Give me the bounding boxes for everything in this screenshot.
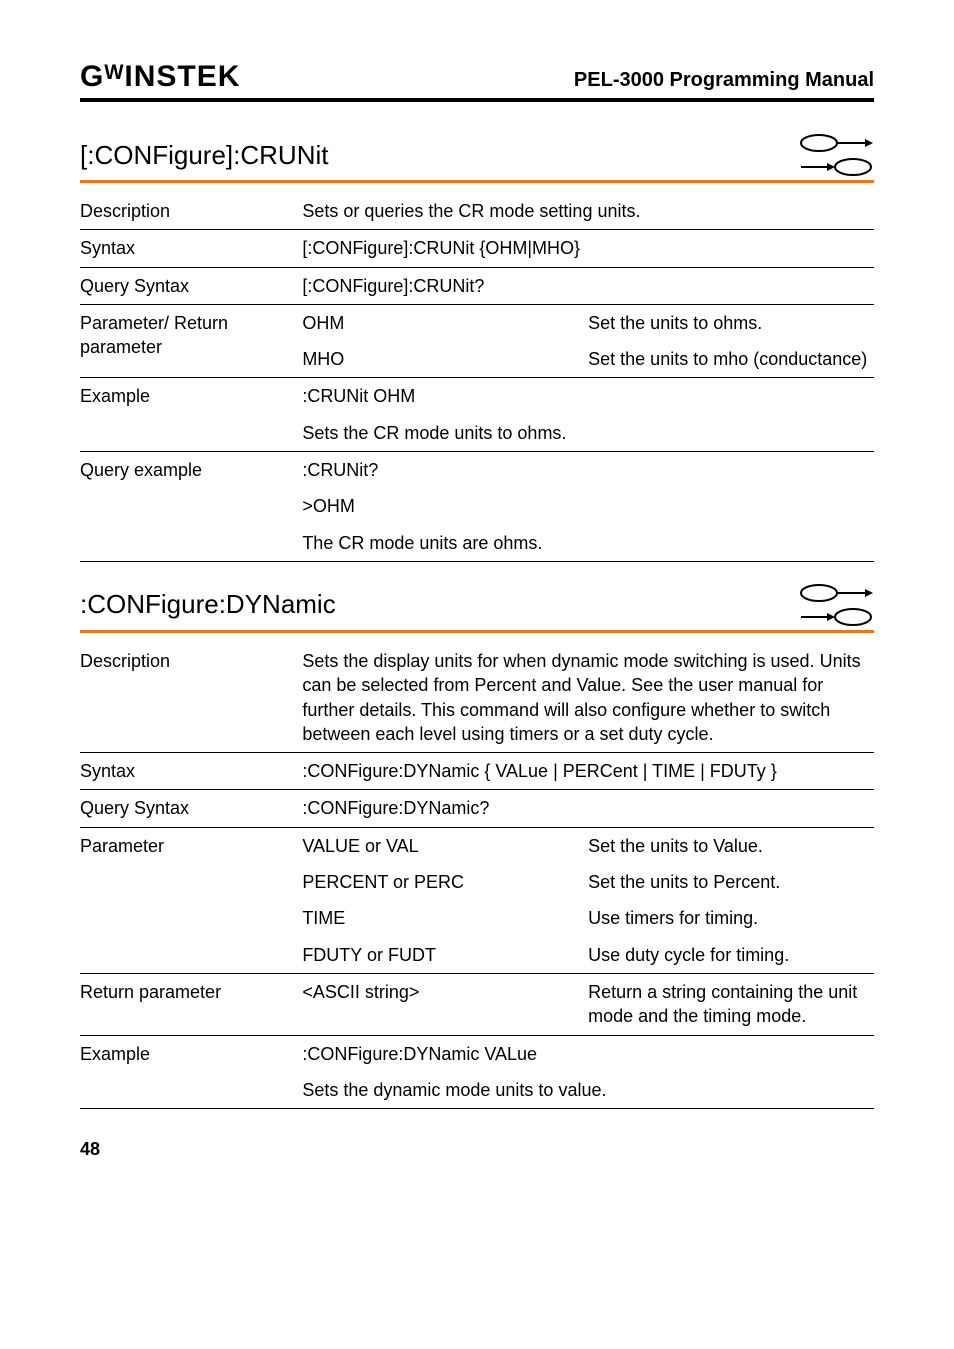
row-value: [:CONFigure]:CRUNit? (302, 267, 874, 304)
param-desc: Use timers for timing. (588, 900, 874, 936)
command-heading-dynamic: :CONFigure:DYNamic (80, 582, 874, 630)
logo: GᵂINSTEK (80, 60, 240, 94)
crunit-table: Description Sets or queries the CR mode … (80, 193, 874, 562)
param-name: FDUTY or FUDT (302, 937, 588, 974)
row-label: Parameter (80, 827, 302, 973)
return-param-desc: Return a string containing the unit mode… (588, 973, 874, 1035)
row-label: Example (80, 1035, 302, 1109)
row-label: Return parameter (80, 973, 302, 1035)
param-desc: Set the units to Percent. (588, 864, 874, 900)
heading-text: :CONFigure:DYNamic (80, 589, 336, 620)
row-label: Query Syntax (80, 790, 302, 827)
row-value: Sets the display units for when dynamic … (302, 643, 874, 753)
param-name: PERCENT or PERC (302, 864, 588, 900)
query-icon (799, 156, 874, 178)
query-example-desc: The CR mode units are ohms. (302, 525, 874, 562)
example-desc: Sets the CR mode units to ohms. (302, 415, 874, 452)
row-label: Parameter/ Return parameter (80, 304, 302, 378)
row-label: Description (80, 643, 302, 753)
example-cmd: :CRUNit OHM (302, 378, 874, 415)
row-value: Sets or queries the CR mode setting unit… (302, 193, 874, 230)
row-label: Query example (80, 452, 302, 562)
heading-text: [:CONFigure]:CRUNit (80, 140, 328, 171)
example-cmd: :CONFigure:DYNamic VALue (302, 1035, 874, 1072)
divider (80, 630, 874, 633)
row-label: Query Syntax (80, 267, 302, 304)
set-icon (799, 582, 874, 604)
query-example-resp: >OHM (302, 488, 874, 524)
example-desc: Sets the dynamic mode units to value. (302, 1072, 874, 1109)
row-value: :CONFigure:DYNamic { VALue | PERCent | T… (302, 753, 874, 790)
query-example-cmd: :CRUNit? (302, 452, 874, 489)
divider (80, 180, 874, 183)
param-desc: Use duty cycle for timing. (588, 937, 874, 974)
param-desc: Set the units to mho (conductance) (588, 341, 874, 378)
page-header: GᵂINSTEK PEL-3000 Programming Manual (80, 60, 874, 102)
manual-title: PEL-3000 Programming Manual (574, 69, 874, 92)
command-icons (799, 582, 874, 628)
row-label: Description (80, 193, 302, 230)
param-desc: Set the units to ohms. (588, 304, 874, 341)
dynamic-table: Description Sets the display units for w… (80, 643, 874, 1109)
set-icon (799, 132, 874, 154)
page-number: 48 (80, 1139, 874, 1160)
row-label: Syntax (80, 230, 302, 267)
query-icon (799, 606, 874, 628)
param-name: TIME (302, 900, 588, 936)
command-heading-crunit: [:CONFigure]:CRUNit (80, 132, 874, 180)
return-param-name: <ASCII string> (302, 973, 588, 1035)
param-name: MHO (302, 341, 588, 378)
param-name: OHM (302, 304, 588, 341)
row-value: [:CONFigure]:CRUNit {OHM|MHO} (302, 230, 874, 267)
command-icons (799, 132, 874, 178)
param-name: VALUE or VAL (302, 827, 588, 864)
row-value: :CONFigure:DYNamic? (302, 790, 874, 827)
param-desc: Set the units to Value. (588, 827, 874, 864)
row-label: Example (80, 378, 302, 452)
row-label: Syntax (80, 753, 302, 790)
